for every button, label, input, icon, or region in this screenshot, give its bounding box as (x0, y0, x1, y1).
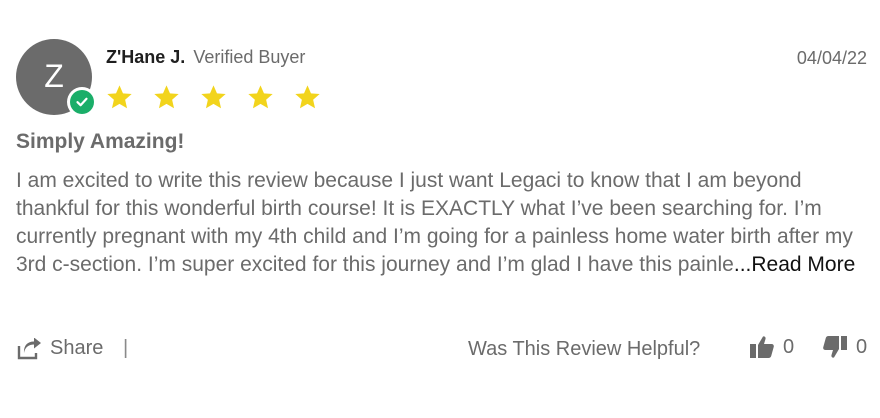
star-icon (295, 85, 320, 109)
helpful-question: Was This Review Helpful? (468, 338, 701, 360)
star-icon (201, 85, 226, 109)
star-icon (154, 85, 179, 109)
author-name: Z'Hane J. (106, 47, 186, 67)
read-more-link[interactable]: ...Read More (734, 253, 855, 276)
star-icon (248, 85, 273, 109)
footer-divider: | (123, 337, 129, 359)
review-card: Z Z'Hane J. Verified Buyer 04/04/22 Simp… (0, 0, 880, 418)
thumbs-up-icon (750, 336, 774, 358)
share-button[interactable]: Share (16, 337, 103, 360)
review-title: Simply Amazing! (16, 130, 185, 153)
verified-buyer-label: Verified Buyer (193, 47, 306, 67)
review-footer: Share | Was This Review Helpful? 0 0 (0, 333, 880, 365)
thumbs-down-count: 0 (856, 335, 868, 358)
verified-check-icon (67, 87, 97, 117)
thumbs-up-count: 0 (783, 335, 795, 358)
share-icon (17, 337, 41, 359)
thumbs-down-button[interactable]: 0 (822, 335, 867, 359)
review-body: I am excited to write this review becaus… (16, 167, 866, 279)
thumbs-up-button[interactable]: 0 (749, 335, 794, 359)
star-rating (106, 84, 321, 111)
avatar-initial: Z (44, 58, 64, 94)
review-date: 04/04/22 (796, 48, 867, 68)
review-header: Z'Hane J. Verified Buyer (106, 47, 305, 68)
review-body-text: I am excited to write this review becaus… (16, 169, 853, 276)
thumbs-down-icon (823, 336, 847, 358)
share-label: Share (50, 337, 104, 359)
star-icon (107, 85, 132, 109)
